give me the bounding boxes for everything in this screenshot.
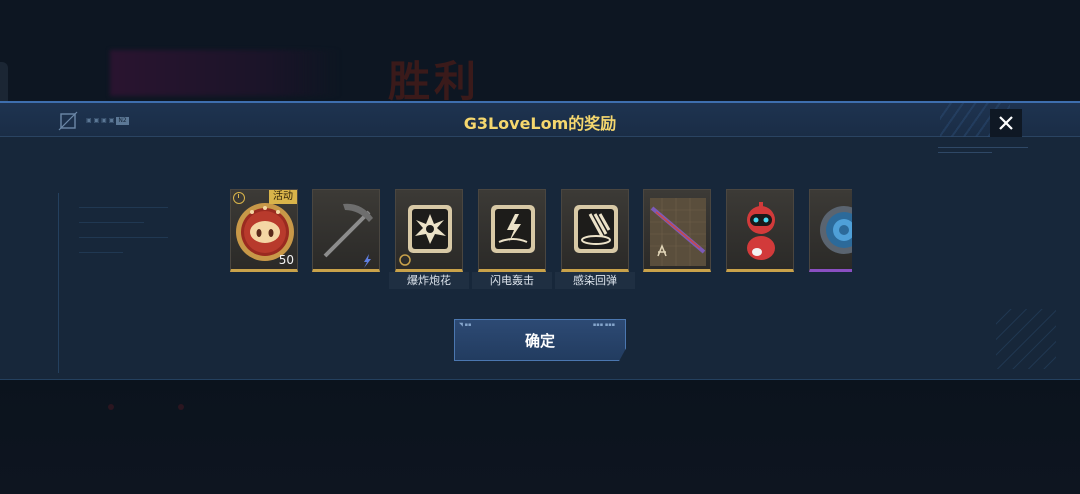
reward-card	[809, 189, 852, 272]
item-quantity: 50	[278, 253, 294, 267]
reward-label: 闪电轰击	[472, 272, 552, 289]
reward-card	[395, 189, 463, 272]
confirm-label: 确定	[524, 331, 555, 350]
reward-card	[726, 189, 794, 272]
lightning-skill-icon	[491, 205, 535, 253]
reward-label: 感染回弹	[555, 272, 635, 289]
blueprint-icon	[650, 198, 706, 266]
diagonal-decoration	[996, 309, 1056, 369]
reward-card: 活动 50	[230, 189, 298, 272]
pickaxe-icon	[323, 203, 373, 268]
reward-item[interactable]: 爆炸炮花	[389, 189, 469, 289]
badge-icon	[820, 206, 852, 254]
clock-icon	[233, 192, 245, 204]
background-dot	[108, 404, 114, 410]
explosion-skill-icon	[399, 205, 452, 266]
left-decoration	[58, 193, 168, 373]
background-dot	[178, 404, 184, 410]
title-suffix: 的奖励	[568, 114, 617, 133]
confirm-button[interactable]: ◥ ▪▪ ▪▪▪ ▪▪▪ 确定	[454, 319, 626, 361]
close-icon	[999, 116, 1013, 130]
confirm-deco-left: ◥ ▪▪	[459, 322, 472, 328]
reward-item[interactable]	[809, 189, 852, 272]
modal-title: G3LoveLom的奖励	[0, 110, 1080, 134]
reward-card	[478, 189, 546, 272]
modal-header: ▣ ▣ ▣ ▣ N2 G3LoveLom的奖励	[0, 103, 1080, 137]
reward-modal: ▣ ▣ ▣ ▣ N2 G3LoveLom的奖励 活动 50 爆炸炮花 闪电轰击 …	[0, 101, 1080, 380]
background-lower-area	[0, 380, 1080, 494]
right-decoration	[938, 147, 1028, 167]
reward-card	[312, 189, 380, 272]
close-button[interactable]	[990, 109, 1022, 137]
reward-card	[561, 189, 629, 272]
event-tag: 活动	[269, 190, 297, 204]
rebound-skill-icon	[574, 205, 618, 253]
reward-card	[643, 189, 711, 272]
reward-item[interactable]: 感染回弹	[555, 189, 635, 289]
reward-item[interactable]: 活动 50	[230, 189, 298, 272]
reward-label: 爆炸炮花	[389, 272, 469, 289]
robot-pet-icon	[747, 202, 775, 260]
reward-item[interactable]	[643, 189, 711, 272]
player-name: G3LoveLom	[463, 114, 569, 133]
reward-item[interactable]	[312, 189, 380, 272]
background-glow	[110, 50, 340, 96]
reward-item[interactable]	[726, 189, 794, 272]
confirm-deco-right: ▪▪▪ ▪▪▪	[592, 322, 615, 328]
reward-item[interactable]: 闪电轰击	[472, 189, 552, 289]
background-victory-title: 胜利	[388, 57, 481, 106]
reward-list: 活动 50 爆炸炮花 闪电轰击 感染回弹	[230, 189, 852, 289]
